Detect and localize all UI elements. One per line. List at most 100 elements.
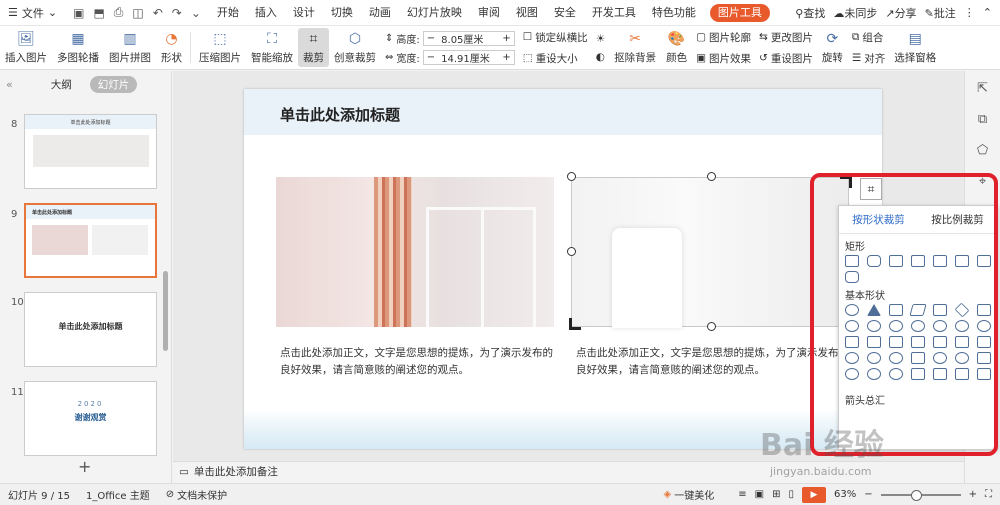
add-slide-button[interactable]: + — [78, 457, 91, 476]
change-picture-button[interactable]: ⇆ 更改图片 — [759, 30, 813, 45]
panel-scrollbar[interactable] — [163, 271, 168, 351]
contrast-icon[interactable]: ◐ — [596, 51, 605, 63]
crop-handle[interactable] — [567, 247, 576, 256]
zoom-out-icon[interactable]: − — [864, 489, 872, 500]
crop-corner-handle[interactable] — [569, 318, 581, 330]
crop-button[interactable]: ⌗ 裁剪 — [298, 28, 329, 67]
body-text-left[interactable]: 点击此处添加正文，文字是您思想的提炼，为了演示发布的良好效果，请言简意赅的阐述您… — [280, 345, 562, 379]
tab-insert[interactable]: 插入 — [247, 0, 285, 26]
notes-placeholder: 单击此处添加备注 — [193, 466, 278, 478]
tab-outline[interactable]: 大纲 — [43, 76, 80, 93]
play-button[interactable]: ▶ — [801, 486, 826, 503]
sorter-view-icon[interactable]: ⊞ — [772, 489, 780, 500]
zoom-value[interactable]: 63% — [834, 489, 856, 500]
lock-ratio-checkbox[interactable]: ☐ 锁定纵横比 — [523, 30, 588, 45]
remove-bg-button[interactable]: ✂ 抠除背景 — [609, 26, 661, 69]
theme-name: 1_Office 主题 — [86, 491, 150, 502]
group-label: 组合 — [862, 31, 884, 44]
collage-icon: ▥ — [123, 31, 137, 47]
width-input[interactable]: −14.91厘米 + — [422, 49, 515, 65]
reading-view-icon[interactable]: ▯ — [788, 489, 794, 500]
more-icon[interactable]: ⋮ — [964, 6, 975, 19]
creative-crop-button[interactable]: ⬡ 创意裁剪 — [329, 26, 381, 69]
normal-view-icon[interactable]: ▣ — [755, 489, 764, 500]
crop-handle[interactable] — [707, 322, 716, 331]
fit-icon[interactable]: ⛶ — [985, 489, 992, 500]
tab-slideshow[interactable]: 幻灯片放映 — [399, 0, 470, 26]
picture-effect-button[interactable]: ▣ 图片效果 — [696, 51, 751, 66]
comment-button[interactable]: ✎批注 — [925, 5, 956, 21]
tab-developer[interactable]: 开发工具 — [584, 0, 644, 26]
increment-icon[interactable]: + — [499, 52, 513, 63]
increment-icon[interactable]: + — [499, 33, 513, 44]
tab-design[interactable]: 设计 — [285, 0, 323, 26]
height-value: 8.05厘米 — [441, 34, 484, 46]
compress-button[interactable]: ⬚ 压缩图片 — [194, 26, 246, 69]
picture-collage-button[interactable]: ▥ 图片拼图 — [104, 26, 156, 69]
rotate-button[interactable]: ⟳ 旋转 — [817, 26, 848, 69]
reset-picture-button[interactable]: ↺ 重设图片 — [759, 51, 813, 66]
select-icon[interactable]: ⇱ — [977, 81, 988, 96]
copy-icon[interactable]: ⧉ — [978, 112, 987, 127]
multi-contour-button[interactable]: ▦ 多图轮播 — [52, 26, 104, 69]
search-button[interactable]: ⚲查找 — [795, 5, 825, 21]
select-pane-button[interactable]: ▤ 选择窗格 — [889, 26, 941, 69]
insert-picture-button[interactable]: 🖼 插入图片 — [0, 26, 52, 69]
slide-thumbnail-9[interactable]: 单击此处添加标题 — [24, 203, 157, 278]
smart-scale-button[interactable]: ⛶ 智能缩放 — [246, 26, 298, 69]
decrement-icon[interactable]: − — [424, 52, 438, 63]
share-button[interactable]: ↗分享 — [885, 5, 916, 21]
slide-thumbnail-8[interactable]: 单击此处添加标题 — [24, 114, 157, 189]
group-button[interactable]: ⧉ 组合 — [852, 30, 885, 45]
sync-button[interactable]: ☁未同步 — [833, 5, 877, 21]
redo-icon[interactable]: ↷ — [172, 6, 182, 20]
air-purifier-image[interactable] — [571, 177, 849, 328]
collapse-icon[interactable]: ⌃ — [983, 6, 992, 19]
slide-thumbnail-10[interactable]: 单击此处添加标题 — [24, 292, 157, 367]
reset-size-button[interactable]: ⬚ 重设大小 — [523, 51, 588, 66]
checkbox-icon: ☐ — [522, 31, 533, 43]
shape-icon[interactable]: ⬠ — [977, 143, 988, 158]
crop-handle[interactable] — [567, 172, 576, 181]
cloud-icon: ☁ — [833, 6, 845, 20]
slide-thumbnail-11[interactable]: 2020 谢谢观赏 — [24, 381, 157, 456]
notes-toggle-icon[interactable]: ≡ — [738, 489, 746, 500]
undo-icon[interactable]: ↶ — [153, 6, 163, 20]
curtain-window-image[interactable] — [276, 177, 554, 327]
crop-handle[interactable] — [707, 172, 716, 181]
collapse-panel-icon[interactable]: « — [6, 78, 13, 91]
tab-animation[interactable]: 动画 — [361, 0, 399, 26]
picture-change-group: ⇆ 更改图片 ↺ 重设图片 — [755, 26, 817, 69]
zoom-slider[interactable] — [880, 489, 961, 501]
slide-number: 11 — [11, 387, 24, 398]
shape-button[interactable]: ◔ 形状 — [156, 26, 187, 69]
height-input[interactable]: −8.05厘米 + — [422, 30, 515, 46]
tab-slides[interactable]: 幻灯片 — [89, 75, 138, 93]
preview-icon[interactable]: ◫ — [132, 6, 143, 20]
rotate-label: 旋转 — [821, 52, 843, 64]
picture-outline-button[interactable]: ▢ 图片轮廓 — [696, 30, 751, 45]
tab-transition[interactable]: 切换 — [323, 0, 361, 26]
brightness-icon[interactable]: ☀ — [596, 33, 605, 45]
tab-special[interactable]: 特色功能 — [644, 0, 704, 26]
protect-status[interactable]: ⊘ 文档未保护 — [166, 487, 227, 502]
select-pane-icon: ▤ — [908, 31, 922, 47]
tab-view[interactable]: 视图 — [508, 0, 546, 26]
zoom-in-icon[interactable]: + — [969, 489, 977, 500]
slide-title[interactable]: 单击此处添加标题 — [280, 104, 400, 125]
tab-review[interactable]: 审阅 — [470, 0, 508, 26]
save-icon[interactable]: ▣ — [73, 6, 84, 20]
customize-icon[interactable]: ⌄ — [191, 6, 201, 20]
change-icon: ⇆ — [759, 31, 768, 43]
file-menu[interactable]: ☰ 文件 ⌄ — [0, 0, 65, 26]
print-icon[interactable]: ⎙ — [114, 5, 124, 20]
align-button[interactable]: ☰ 对齐 — [852, 51, 885, 66]
decrement-icon[interactable]: − — [424, 33, 438, 44]
tab-security[interactable]: 安全 — [546, 0, 584, 26]
color-button[interactable]: 🎨 颜色 — [661, 26, 692, 69]
beautify-button[interactable]: ◈ 一键美化 — [664, 487, 715, 502]
tab-picture-tools[interactable]: 图片工具 — [709, 3, 770, 22]
tab-home[interactable]: 开始 — [209, 0, 247, 26]
thumb-image — [92, 225, 148, 255]
export-icon[interactable]: ⬒ — [93, 6, 104, 20]
